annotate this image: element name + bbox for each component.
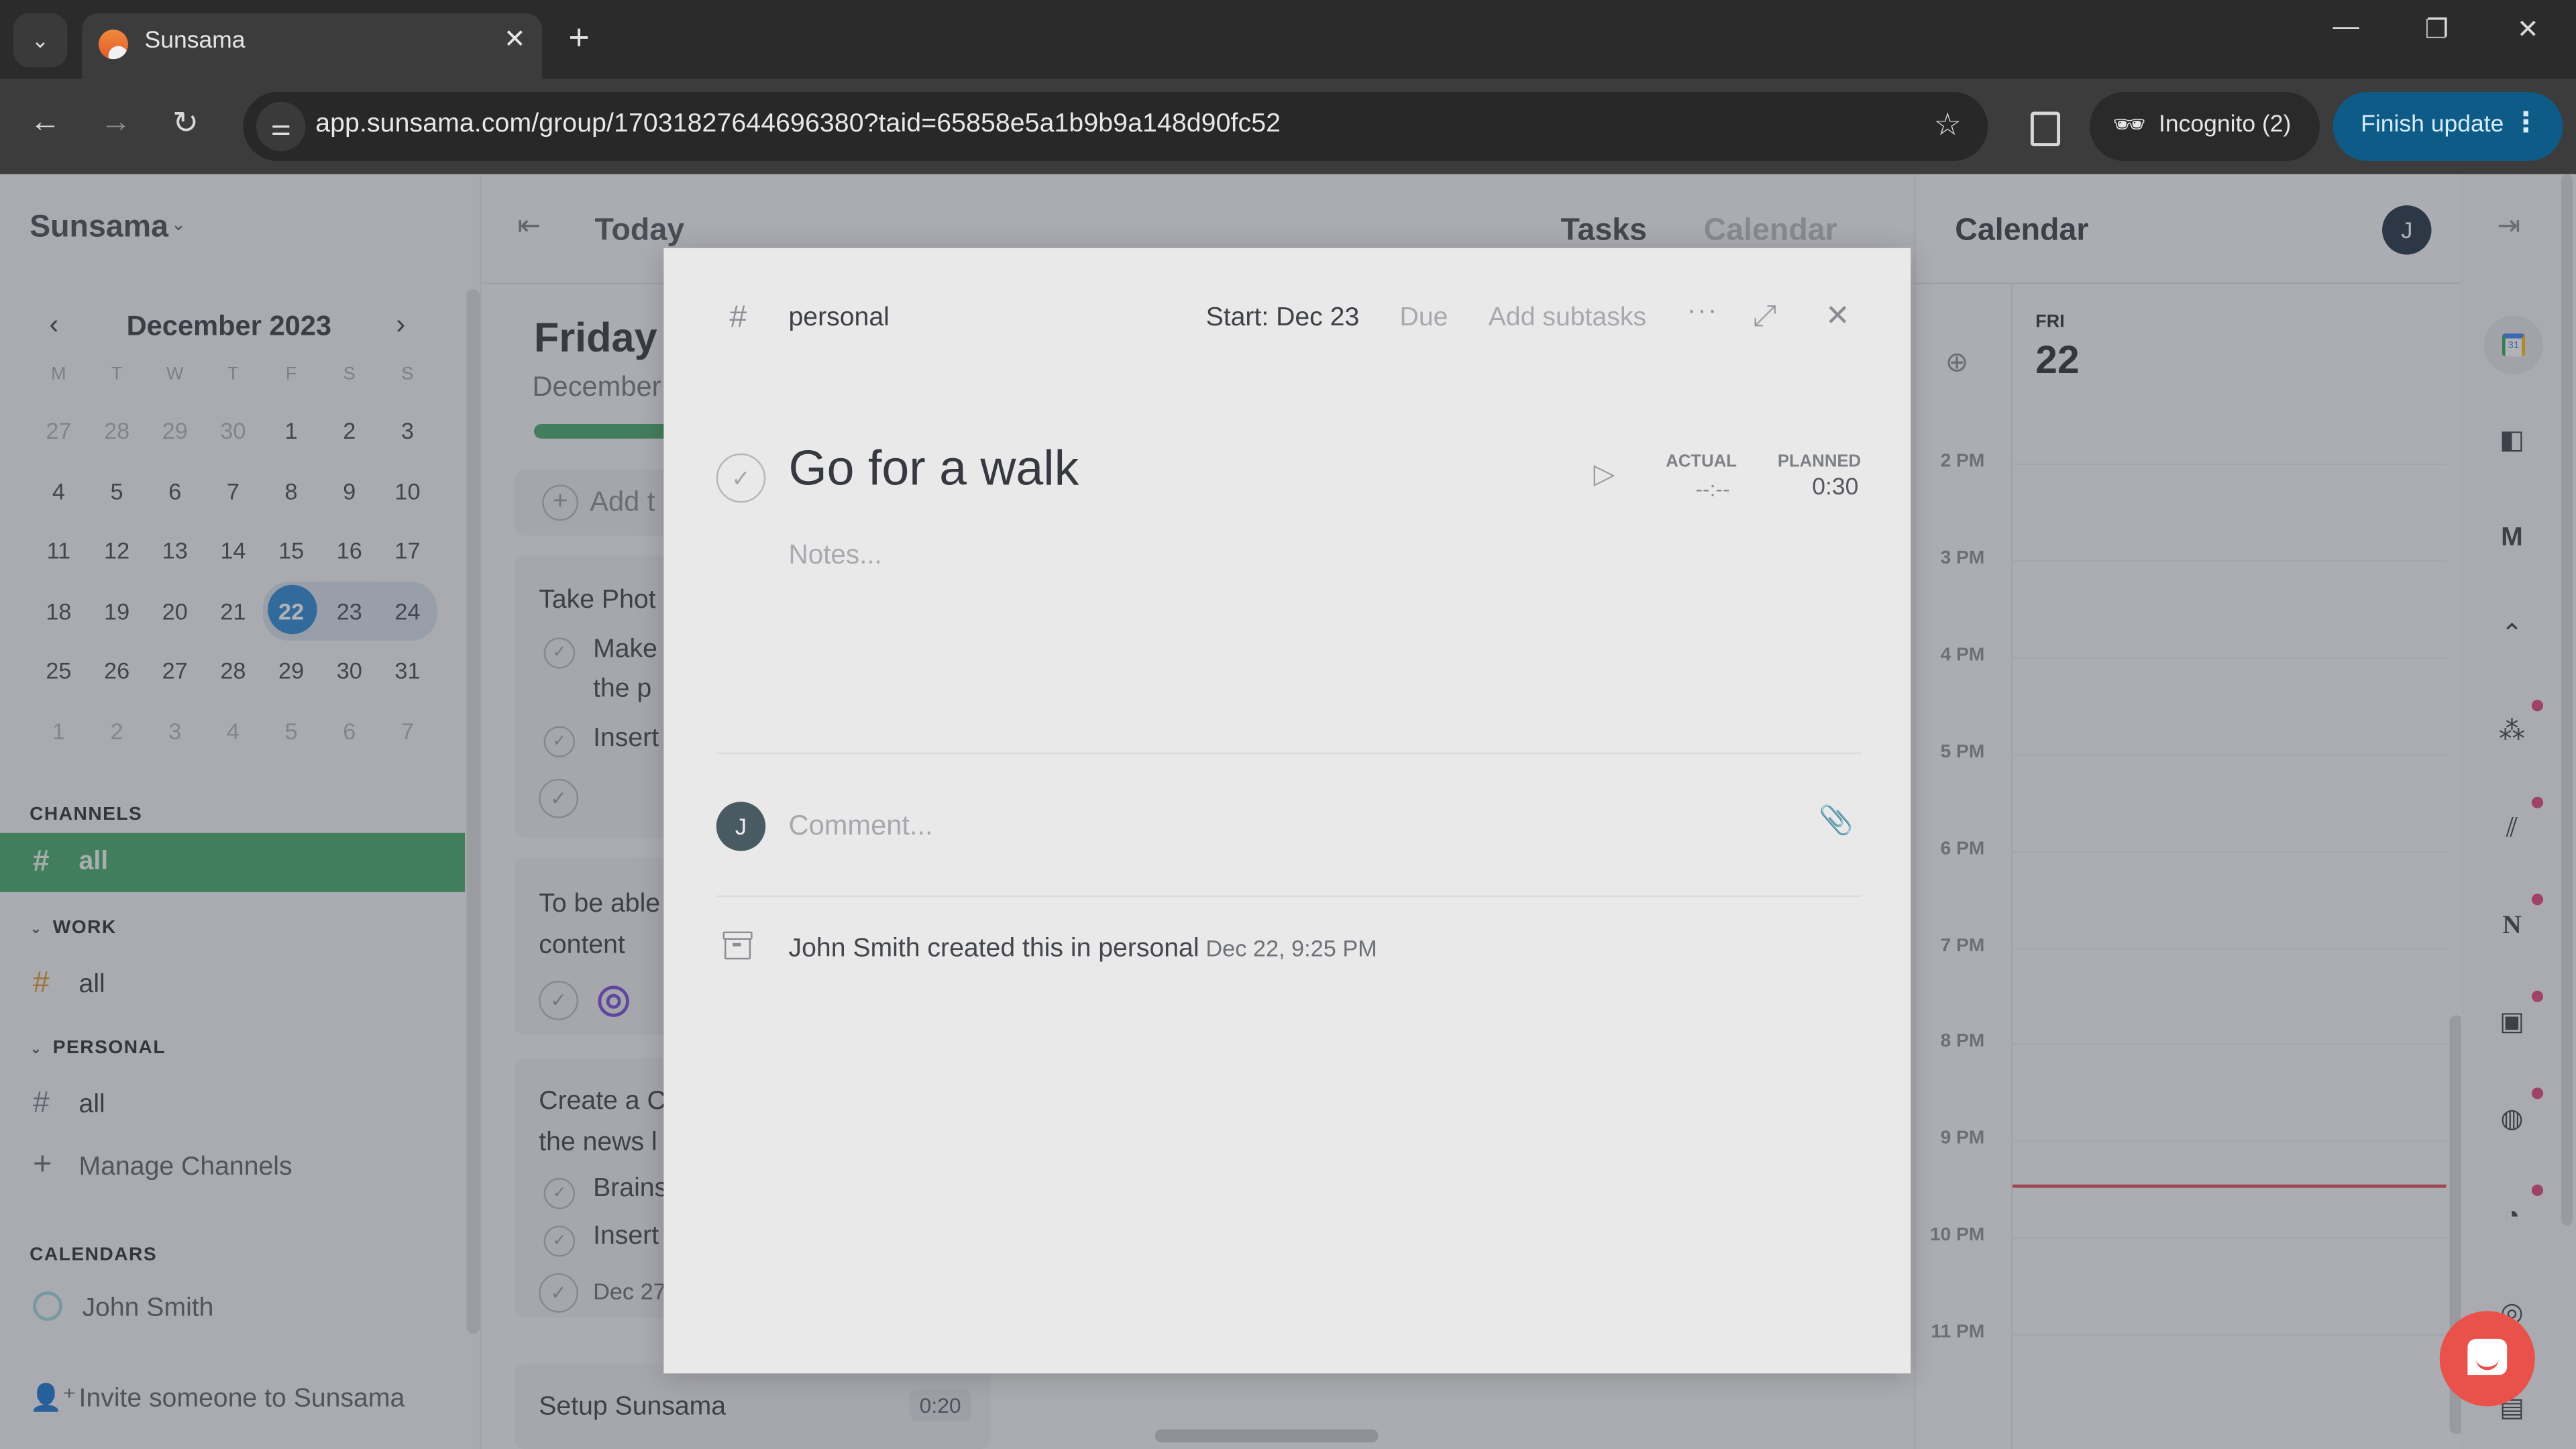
url-text[interactable]: app.sunsama.com/group/17031827644696380?… bbox=[315, 110, 1281, 140]
start-date-button[interactable]: Start: Dec 23 bbox=[1206, 304, 1360, 333]
side-panel-icon[interactable] bbox=[2030, 111, 2061, 146]
finish-update-button[interactable]: Finish update ⋮ bbox=[2332, 92, 2563, 162]
activity-entry: John Smith created this in personal Dec 2… bbox=[789, 934, 1377, 964]
support-chat-button[interactable] bbox=[2439, 1311, 2535, 1407]
star-icon[interactable]: ☆ bbox=[1933, 107, 1962, 144]
incognito-button[interactable]: 🕶 Incognito (2) bbox=[2090, 92, 2320, 162]
complete-task-icon[interactable]: ✓ bbox=[716, 453, 766, 503]
actual-time-value[interactable]: --:-- bbox=[1695, 476, 1729, 501]
tab-search-button[interactable]: ⌄ bbox=[13, 13, 68, 68]
play-timer-icon[interactable]: ▷ bbox=[1594, 458, 1615, 491]
activity-text: John Smith created this in personal bbox=[788, 934, 1199, 963]
expand-icon[interactable]: ⤢ bbox=[1753, 299, 1776, 333]
planned-time-label: PLANNED bbox=[1777, 451, 1862, 472]
task-channel[interactable]: personal bbox=[789, 304, 890, 333]
sunsama-logo-icon bbox=[98, 30, 129, 60]
notes-input[interactable]: Notes... bbox=[789, 541, 882, 572]
browser-tab[interactable]: Sunsama ✕ bbox=[82, 13, 543, 79]
task-title[interactable]: Go for a walk bbox=[789, 442, 1079, 498]
due-date-button[interactable]: Due bbox=[1400, 304, 1448, 333]
arrow-left-icon: ← bbox=[30, 105, 61, 140]
close-tab-icon[interactable]: ✕ bbox=[504, 23, 526, 56]
archive-box-icon bbox=[722, 931, 753, 960]
address-bar[interactable]: ⚌ app.sunsama.com/group/1703182764469638… bbox=[243, 92, 1988, 162]
close-icon[interactable]: ✕ bbox=[1825, 299, 1850, 333]
actual-time-label: ACTUAL bbox=[1666, 451, 1737, 472]
reload-icon: ↻ bbox=[172, 107, 199, 142]
chat-icon bbox=[2467, 1338, 2508, 1375]
screen: ⌄ Sunsama ✕ + — ❐ ✕ ← → ↻ ⚌ app.sunsama.… bbox=[0, 0, 2576, 1449]
comment-input[interactable]: Comment... bbox=[789, 810, 933, 843]
more-options-icon[interactable]: ··· bbox=[1687, 297, 1718, 327]
tab-title: Sunsama bbox=[144, 28, 246, 54]
tune-icon[interactable]: ⚌ bbox=[256, 101, 306, 152]
restore-button[interactable]: ❐ bbox=[2425, 13, 2449, 46]
new-tab-button[interactable]: + bbox=[568, 16, 589, 59]
incognito-label: Incognito (2) bbox=[2158, 111, 2292, 138]
hash-icon: # bbox=[729, 301, 747, 335]
close-window-button[interactable]: ✕ bbox=[2517, 13, 2539, 46]
back-button[interactable]: ← bbox=[30, 105, 61, 142]
forward-button[interactable]: → bbox=[100, 105, 131, 142]
minimize-button[interactable]: — bbox=[2333, 13, 2359, 43]
divider bbox=[716, 895, 1862, 898]
reload-button[interactable]: ↻ bbox=[172, 105, 199, 143]
add-subtasks-button[interactable]: Add subtasks bbox=[1489, 304, 1646, 333]
finish-update-label: Finish update bbox=[2361, 111, 2504, 138]
divider bbox=[716, 752, 1862, 755]
incognito-icon: 🕶 bbox=[2112, 111, 2147, 140]
arrow-right-icon: → bbox=[100, 105, 131, 140]
avatar: J bbox=[716, 802, 766, 851]
planned-time-value[interactable]: 0:30 bbox=[1812, 475, 1858, 501]
activity-timestamp: Dec 22, 9:25 PM bbox=[1205, 934, 1377, 961]
task-detail-modal: # personal Start: Dec 23 Due Add subtask… bbox=[663, 248, 1911, 1374]
chevron-down-icon: ⌄ bbox=[31, 27, 50, 52]
paperclip-icon[interactable]: 📎 bbox=[1819, 805, 1854, 838]
kebab-icon[interactable]: ⋮ bbox=[2512, 107, 2540, 140]
